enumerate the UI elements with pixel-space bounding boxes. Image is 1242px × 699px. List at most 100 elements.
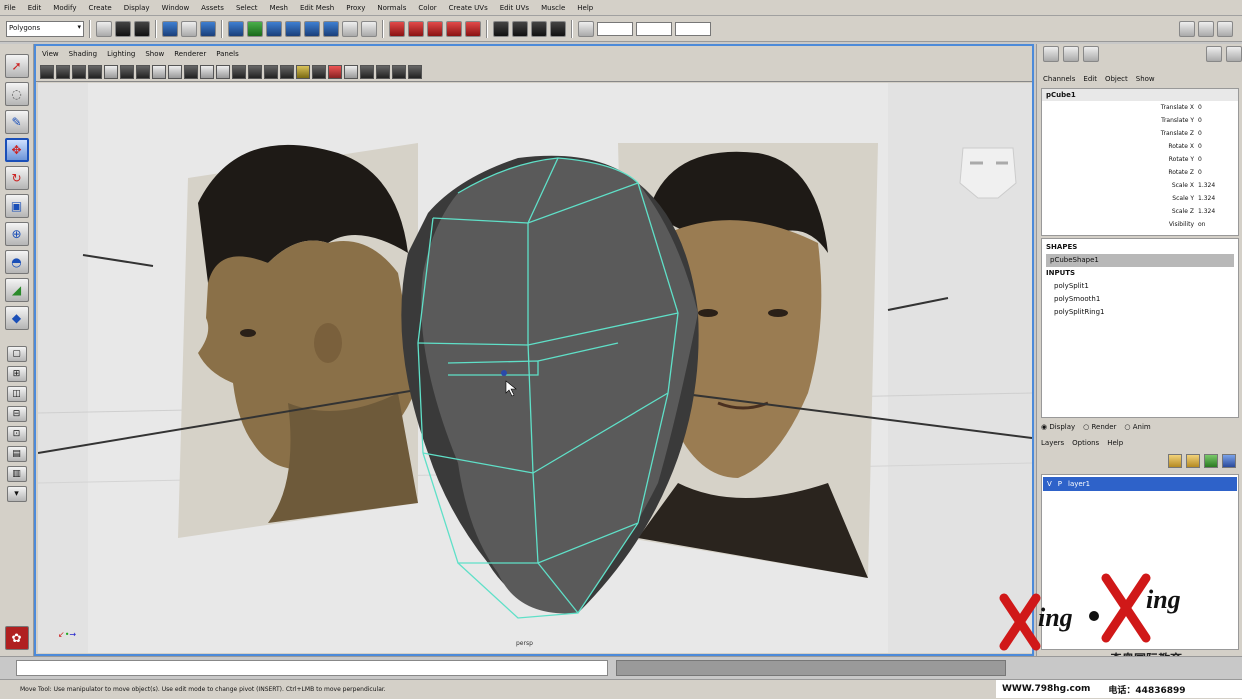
layer-row[interactable]: V P layer1 — [1043, 477, 1237, 491]
new-scene-icon[interactable] — [96, 20, 112, 37]
layout-graph-icon[interactable]: ▤ — [6, 446, 27, 462]
layout-two-side-icon[interactable]: ◫ — [6, 386, 27, 402]
snap-view-plane-icon[interactable] — [446, 20, 462, 37]
input-field-z[interactable] — [675, 21, 711, 36]
menu-edit-mesh[interactable]: Edit Mesh — [300, 4, 334, 12]
menu-display[interactable]: Display — [124, 4, 150, 12]
wireframe-on-shaded-icon[interactable] — [280, 64, 294, 79]
safe-action-icon[interactable] — [216, 64, 230, 79]
menu-help[interactable]: Help — [577, 4, 593, 12]
safe-title-icon[interactable] — [232, 64, 246, 79]
layout-four-icon[interactable]: ⊞ — [6, 366, 27, 382]
menu-edit-uvs[interactable]: Edit UVs — [500, 4, 529, 12]
save-scene-icon[interactable] — [134, 20, 150, 37]
layout-single-icon[interactable]: ▢ — [6, 346, 27, 362]
attr-rotate-y[interactable]: Rotate Y0 — [1042, 153, 1238, 166]
layout-more-icon[interactable]: ▾ — [6, 486, 27, 502]
ipr-render-icon[interactable] — [531, 20, 547, 37]
render-frame-icon[interactable] — [512, 20, 528, 37]
menu-window[interactable]: Window — [162, 4, 190, 12]
attribute-editor-icon[interactable] — [1063, 46, 1079, 62]
menu-mesh[interactable]: Mesh — [270, 4, 288, 12]
object-name[interactable]: pCube1 — [1042, 89, 1238, 101]
input-node[interactable]: polySplitRing1 — [1046, 306, 1234, 319]
hide-icon[interactable] — [1226, 46, 1242, 62]
cb-menu-edit[interactable]: Edit — [1083, 75, 1097, 83]
camera-attributes-icon[interactable] — [56, 64, 70, 79]
snap-curve-icon[interactable] — [408, 20, 424, 37]
scale-tool-icon[interactable]: ▣ — [4, 194, 29, 218]
last-tool-icon[interactable]: ◆ — [4, 306, 29, 330]
pick-dynamics-icon[interactable] — [323, 20, 339, 37]
attr-visibility[interactable]: Visibility on — [1042, 218, 1238, 231]
layer-menu-help[interactable]: Help — [1107, 439, 1123, 447]
input-node[interactable]: polySplit1 — [1046, 280, 1234, 293]
pick-curves-icon[interactable] — [266, 20, 282, 37]
layout-two-stacked-icon[interactable]: ⊟ — [6, 406, 27, 422]
tab-display[interactable]: ◉ Display — [1041, 423, 1075, 431]
gate-mask-icon[interactable] — [184, 64, 198, 79]
attr-rotate-z[interactable]: Rotate Z0 — [1042, 166, 1238, 179]
panel-menu-panels[interactable]: Panels — [216, 50, 239, 58]
lasso-tool-icon[interactable]: ◌ — [4, 82, 29, 106]
tool-settings-icon[interactable] — [1198, 20, 1214, 37]
menu-color[interactable]: Color — [418, 4, 436, 12]
layout-hypershade-icon[interactable]: ▥ — [6, 466, 27, 482]
render-settings-icon[interactable] — [550, 20, 566, 37]
menu-muscle[interactable]: Muscle — [541, 4, 565, 12]
pick-handles-icon[interactable] — [228, 20, 244, 37]
layer-menu-options[interactable]: Options — [1072, 439, 1099, 447]
tab-anim[interactable]: ○ Anim — [1124, 423, 1150, 431]
history-icon[interactable] — [493, 20, 509, 37]
attr-translate-x[interactable]: Translate X0 — [1042, 101, 1238, 114]
menu-proxy[interactable]: Proxy — [346, 4, 365, 12]
xray-active-icon[interactable] — [392, 64, 406, 79]
make-live-icon[interactable] — [465, 20, 481, 37]
command-input[interactable] — [16, 659, 608, 676]
input-field-y[interactable] — [636, 21, 672, 36]
tab-render[interactable]: ○ Render — [1083, 423, 1116, 431]
attribute-editor-icon[interactable] — [1179, 20, 1195, 37]
universal-manipulator-icon[interactable]: ⊕ — [4, 222, 29, 246]
pick-deformations-icon[interactable] — [304, 20, 320, 37]
side-reference-image-plane[interactable] — [178, 143, 418, 538]
pick-joints-icon[interactable] — [247, 20, 263, 37]
select-object-icon[interactable] — [181, 20, 197, 37]
cb-menu-channels[interactable]: Channels — [1043, 75, 1075, 83]
view-cube[interactable] — [959, 147, 1017, 199]
select-camera-icon[interactable] — [40, 64, 54, 79]
panel-menu-lighting[interactable]: Lighting — [107, 50, 135, 58]
shape-node[interactable]: pCubeShape1 — [1046, 254, 1234, 267]
menu-assets[interactable]: Assets — [201, 4, 224, 12]
menu-edit[interactable]: Edit — [28, 4, 42, 12]
select-hierarchy-icon[interactable] — [162, 20, 178, 37]
attr-scale-z[interactable]: Scale Z 1.324 — [1042, 205, 1238, 218]
help-icon[interactable] — [1206, 46, 1222, 62]
isolate-select-icon[interactable] — [344, 64, 358, 79]
move-tool-icon[interactable]: ✥ — [4, 138, 29, 162]
move-layer-up-icon[interactable] — [1204, 454, 1218, 468]
snap-grid-icon[interactable] — [389, 20, 405, 37]
pick-misc-icon[interactable] — [361, 20, 377, 37]
attr-translate-z[interactable]: Translate Z0 — [1042, 127, 1238, 140]
attr-scale-x[interactable]: Scale X 1.324 — [1042, 179, 1238, 192]
menu-create-uvs[interactable]: Create UVs — [449, 4, 488, 12]
input-field-x[interactable] — [597, 21, 633, 36]
panel-menu-view[interactable]: View — [42, 50, 59, 58]
field-chart-icon[interactable] — [200, 64, 214, 79]
menu-normals[interactable]: Normals — [377, 4, 406, 12]
wireframe-icon[interactable] — [248, 64, 262, 79]
textured-icon[interactable] — [296, 64, 310, 79]
cb-menu-show[interactable]: Show — [1136, 75, 1155, 83]
2d-pan-icon[interactable] — [104, 64, 118, 79]
layer-name[interactable]: layer1 — [1068, 480, 1090, 488]
xray-icon[interactable] — [360, 64, 374, 79]
menu-create[interactable]: Create — [88, 4, 111, 12]
cb-menu-object[interactable]: Object — [1105, 75, 1128, 83]
layer-menu-layers[interactable]: Layers — [1041, 439, 1064, 447]
use-all-lights-icon[interactable] — [312, 64, 326, 79]
layer-playback-toggle[interactable]: P — [1058, 480, 1062, 488]
viewport-3d[interactable]: ↙•→ persp — [38, 83, 1032, 653]
image-plane-icon[interactable] — [88, 64, 102, 79]
grease-pencil-icon[interactable] — [120, 64, 134, 79]
